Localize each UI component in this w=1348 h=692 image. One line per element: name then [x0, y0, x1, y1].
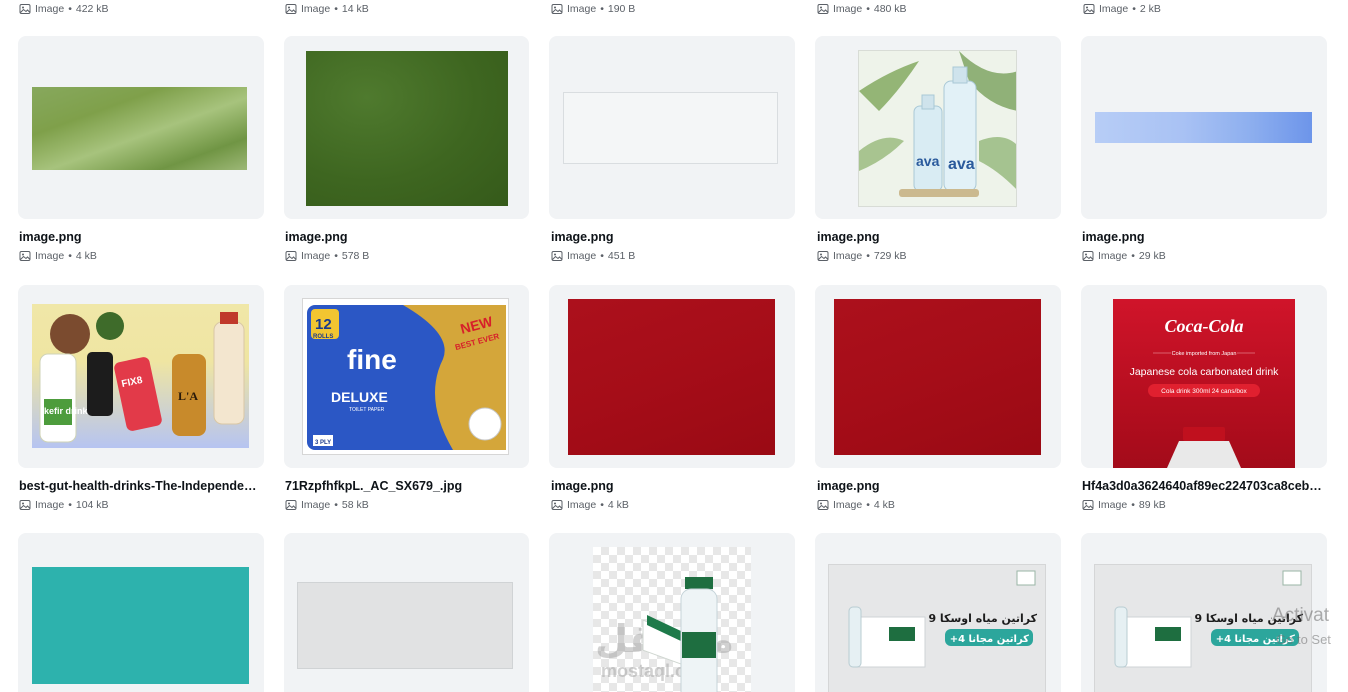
thumbnail-image: مستقل mostaql.com	[593, 547, 751, 692]
file-meta: Image • 4 kB	[817, 498, 895, 512]
file-meta: Image • 190 B	[551, 2, 635, 16]
svg-text:ava: ava	[948, 156, 975, 173]
file-meta: Image • 14 kB	[285, 2, 369, 16]
file-card-thumbnail[interactable]: kefir drink FIX8 L'A	[18, 285, 264, 468]
file-name[interactable]: 71RzpfhfkpL._AC_SX679_.jpg	[285, 478, 525, 494]
svg-text:+4 كراتين مجانا: +4 كراتين مجانا	[1216, 634, 1295, 645]
svg-text:Japanese cola carbonated drink: Japanese cola carbonated drink	[1130, 366, 1280, 378]
file-meta: Image • 104 kB	[19, 498, 109, 512]
file-card-thumbnail[interactable]	[284, 533, 529, 692]
file-name[interactable]: image.png	[551, 478, 791, 494]
oska-water-ad-illustration: 9 كراتين مياه اوسكا +4 كراتين مجانا	[848, 570, 1038, 668]
svg-text:12: 12	[315, 316, 332, 333]
image-icon	[19, 251, 31, 261]
svg-text:ava: ava	[916, 153, 940, 169]
file-card-thumbnail[interactable]	[1081, 36, 1327, 219]
thumbnail-image: ava ava	[858, 50, 1017, 207]
thumbnail-image	[834, 299, 1041, 455]
svg-text:+4 كراتين مجانا: +4 كراتين مجانا	[950, 634, 1029, 645]
image-icon	[551, 251, 563, 261]
file-name[interactable]: image.png	[551, 229, 791, 245]
file-name[interactable]: Hf4a3d0a3624640af89ec224703ca8ceb…	[1082, 478, 1326, 494]
thumbnail-image: 12 ROLLS fine DELUXE TOILET PAPER NEW BE…	[302, 298, 509, 455]
file-grid-page: Image • 422 kB Image • 14 kB Image • 190 B Ima…	[0, 0, 1348, 692]
image-icon	[817, 251, 829, 261]
file-card-thumbnail[interactable]	[18, 533, 264, 692]
thumbnail-image	[568, 299, 775, 455]
image-icon	[1082, 251, 1094, 261]
file-meta: Image • 451 B	[551, 249, 635, 263]
thumbnail-image: 9 كراتين مياه اوسكا +4 كراتين مجانا	[1094, 564, 1312, 692]
file-name[interactable]: best-gut-health-drinks-The-Independent …	[19, 478, 262, 494]
file-name[interactable]: image.png	[817, 478, 1057, 494]
svg-text:kefir drink: kefir drink	[44, 406, 89, 416]
file-name[interactable]: image.png	[817, 229, 1057, 245]
file-card-thumbnail[interactable]: 9 كراتين مياه اوسكا +4 كراتين مجانا	[1081, 533, 1327, 692]
svg-text:Cola drink 300ml 24 cans/box: Cola drink 300ml 24 cans/box	[1161, 388, 1247, 395]
image-icon	[285, 4, 297, 14]
water-bottle-illustration: مستقل mostaql.com	[595, 577, 734, 692]
file-meta: Image • 58 kB	[285, 498, 369, 512]
thumbnail-image	[32, 87, 247, 170]
file-card-thumbnail[interactable]	[284, 36, 529, 219]
image-icon	[1083, 4, 1095, 14]
svg-text:Coca-Cola: Coca-Cola	[1165, 316, 1244, 336]
image-icon	[551, 4, 563, 14]
ava-bottles-illustration: ava ava	[859, 51, 1016, 197]
coke-illustration: Coca-Cola Coke imported from Japan Japan…	[1130, 316, 1280, 468]
file-card-thumbnail[interactable]: مستقل mostaql.com	[549, 533, 795, 692]
file-card-thumbnail[interactable]: Coca-Cola Coke imported from Japan Japan…	[1081, 285, 1327, 468]
file-card-thumbnail[interactable]	[815, 285, 1061, 468]
file-meta: Image • 89 kB	[1082, 498, 1166, 512]
svg-text:3 PLY: 3 PLY	[315, 440, 331, 446]
thumbnail-image: Coca-Cola Coke imported from Japan Japan…	[1113, 299, 1295, 468]
file-name[interactable]: image.png	[285, 229, 525, 245]
thumbnail-image: 9 كراتين مياه اوسكا +4 كراتين مجانا	[828, 564, 1046, 692]
file-meta: Image • 4 kB	[19, 249, 97, 263]
image-icon	[285, 500, 297, 510]
image-icon	[1082, 500, 1094, 510]
file-meta: Image • 4 kB	[551, 498, 629, 512]
oska-water-ad-illustration: 9 كراتين مياه اوسكا +4 كراتين مجانا	[1114, 570, 1304, 668]
image-icon	[285, 251, 297, 261]
image-icon	[19, 500, 31, 510]
image-icon	[817, 4, 829, 14]
drinks-illustration: kefir drink FIX8 L'A	[39, 312, 245, 443]
file-meta: Image • 2 kB	[1083, 2, 1161, 16]
thumbnail-image	[306, 51, 508, 206]
file-card-thumbnail[interactable]: ava ava	[815, 36, 1061, 219]
file-card-thumbnail[interactable]: 9 كراتين مياه اوسكا +4 كراتين مجانا	[815, 533, 1061, 692]
image-icon	[551, 500, 563, 510]
file-card-thumbnail[interactable]	[18, 36, 264, 219]
file-meta: Image • 422 kB	[19, 2, 109, 16]
fine-tissue-pack-illustration: 12 ROLLS fine DELUXE TOILET PAPER NEW BE…	[307, 305, 506, 450]
svg-text:L'A: L'A	[178, 389, 198, 403]
thumbnail-image	[32, 567, 249, 684]
file-card-thumbnail[interactable]	[549, 36, 795, 219]
svg-text:DELUXE: DELUXE	[331, 389, 388, 405]
file-card-thumbnail[interactable]: 12 ROLLS fine DELUXE TOILET PAPER NEW BE…	[284, 285, 529, 468]
svg-text:9 كراتين مياه اوسكا: 9 كراتين مياه اوسكا	[928, 612, 1037, 625]
svg-text:TOILET PAPER: TOILET PAPER	[349, 407, 385, 413]
image-icon	[817, 500, 829, 510]
thumbnail-image	[563, 92, 778, 164]
file-name[interactable]: image.png	[19, 229, 259, 245]
svg-text:ROLLS: ROLLS	[313, 334, 333, 340]
file-card-thumbnail[interactable]	[549, 285, 795, 468]
thumbnail-image	[297, 582, 513, 669]
file-name[interactable]: image.png	[1082, 229, 1322, 245]
file-meta: Image • 578 B	[285, 249, 369, 263]
thumbnail-image	[1095, 112, 1312, 143]
file-meta: Image • 480 kB	[817, 2, 907, 16]
svg-text:fine: fine	[347, 344, 397, 375]
file-meta: Image • 29 kB	[1082, 249, 1166, 263]
thumbnail-image: kefir drink FIX8 L'A	[32, 304, 249, 448]
image-icon	[19, 4, 31, 14]
svg-text:Coke imported from Japan: Coke imported from Japan	[1172, 351, 1237, 357]
svg-text:9 كراتين مياه اوسكا: 9 كراتين مياه اوسكا	[1194, 612, 1303, 625]
file-meta: Image • 729 kB	[817, 249, 907, 263]
